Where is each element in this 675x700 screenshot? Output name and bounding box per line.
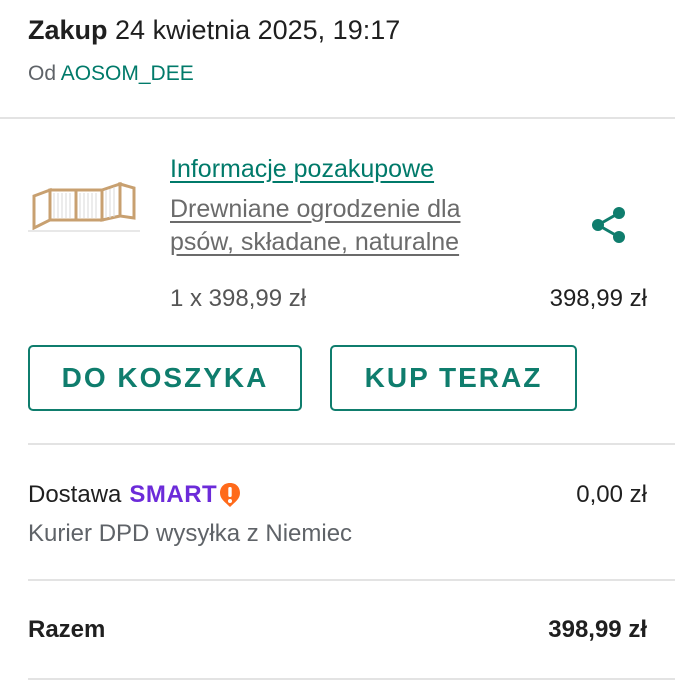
smart-logo: SMART bbox=[129, 480, 242, 510]
add-to-cart-button[interactable]: DO KOSZYKA bbox=[28, 345, 302, 411]
post-purchase-info-link[interactable]: Informacje pozakupowe bbox=[170, 153, 434, 185]
divider bbox=[28, 678, 675, 680]
smart-badge-icon bbox=[220, 483, 241, 507]
divider bbox=[28, 443, 675, 445]
seller-row: Od AOSOM_DEE bbox=[28, 60, 194, 88]
quantity-price: 1 x 398,99 zł bbox=[170, 285, 307, 312]
purchase-date: 24 kwietnia 2025, 19:17 bbox=[115, 15, 401, 45]
total-value: 398,99 zł bbox=[548, 616, 647, 643]
purchase-title: Zakup bbox=[28, 15, 108, 45]
shipping-label: Dostawa bbox=[28, 481, 122, 508]
seller-prefix: Od bbox=[28, 62, 57, 85]
shipping-label-row: Dostawa SMART bbox=[28, 480, 242, 510]
share-icon[interactable] bbox=[588, 204, 630, 246]
line-total: 398,99 zł bbox=[549, 285, 647, 312]
shipping-method: Kurier DPD wysyłka z Niemiec bbox=[28, 520, 353, 547]
divider bbox=[28, 579, 675, 581]
smart-logo-text: SMART bbox=[129, 481, 218, 508]
seller-link[interactable]: AOSOM_DEE bbox=[61, 62, 194, 85]
item-title-link[interactable]: Drewniane ogrodzenie dla psów, składane,… bbox=[170, 193, 530, 259]
purchase-header: Zakup 24 kwietnia 2025, 19:17 bbox=[28, 12, 400, 48]
shipping-price: 0,00 zł bbox=[576, 481, 647, 508]
buy-now-button[interactable]: KUP TERAZ bbox=[330, 345, 577, 411]
total-label: Razem bbox=[28, 616, 106, 643]
wooden-fence-image[interactable] bbox=[28, 176, 140, 236]
divider bbox=[0, 117, 675, 119]
